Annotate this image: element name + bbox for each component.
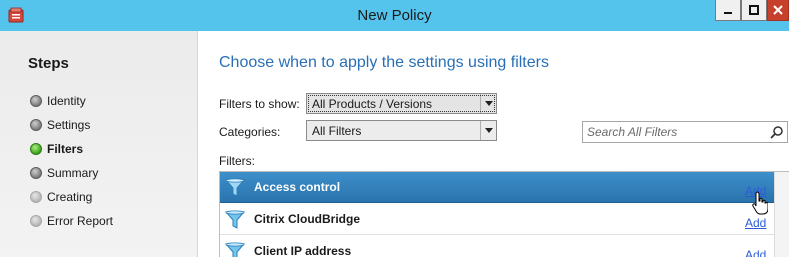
title-bar: New Policy <box>0 0 789 31</box>
filters-to-show-label: Filters to show: <box>219 97 300 111</box>
chevron-down-icon <box>484 101 493 106</box>
filter-row-access-control[interactable]: Access control Add <box>220 172 776 203</box>
step-error-report: Error Report <box>30 213 113 229</box>
step-summary[interactable]: Summary <box>30 165 98 181</box>
steps-title: Steps <box>28 55 69 72</box>
search-input[interactable] <box>583 125 767 139</box>
step-creating: Creating <box>30 189 92 205</box>
step-active-icon <box>30 143 42 155</box>
filters-list: Access control Add Citrix CloudBridge Ad… <box>219 171 789 257</box>
dropdown-value: All Products / Versions <box>312 96 433 111</box>
step-status-icon <box>30 191 42 203</box>
filter-row-client-ip-address[interactable]: Client IP address Add <box>220 236 776 257</box>
dropdown-value: All Filters <box>312 123 362 138</box>
step-identity[interactable]: Identity <box>30 93 86 109</box>
search-icon[interactable] <box>767 122 787 142</box>
filters-to-show-dropdown[interactable]: All Products / Versions <box>306 93 497 114</box>
steps-panel: Steps Identity Settings Filters Summary … <box>0 31 198 257</box>
step-label: Creating <box>47 190 93 204</box>
filter-name: Access control <box>254 180 341 194</box>
step-label: Filters <box>47 142 84 156</box>
dropdown-arrow[interactable] <box>480 121 496 140</box>
filters-scrollbar[interactable] <box>774 172 789 257</box>
chevron-down-icon <box>484 128 493 133</box>
add-filter-link[interactable]: Add <box>745 248 766 257</box>
filter-funnel-icon <box>224 242 246 257</box>
filter-funnel-icon <box>224 210 246 229</box>
filter-name: Client IP address <box>254 244 352 257</box>
step-filters[interactable]: Filters <box>30 141 83 157</box>
maximize-button[interactable] <box>741 0 767 21</box>
magnifier-glyph <box>770 126 783 139</box>
step-label: Error Report <box>47 214 114 228</box>
filter-name: Citrix CloudBridge <box>254 212 361 226</box>
page-heading: Choose when to apply the settings using … <box>219 54 549 71</box>
step-label: Settings <box>47 118 91 132</box>
filters-label: Filters: <box>219 154 255 168</box>
step-status-icon <box>30 95 42 107</box>
search-field[interactable] <box>582 121 788 143</box>
filter-row-citrix-cloudbridge[interactable]: Citrix CloudBridge Add <box>220 204 776 235</box>
add-filter-link[interactable]: Add <box>745 216 766 230</box>
step-status-icon <box>30 215 42 227</box>
categories-label: Categories: <box>219 125 281 139</box>
step-label: Identity <box>47 94 86 108</box>
step-status-icon <box>30 167 42 179</box>
step-status-icon <box>30 119 42 131</box>
step-label: Summary <box>47 166 99 180</box>
minimize-icon <box>724 12 732 14</box>
dropdown-arrow[interactable] <box>480 94 496 113</box>
minimize-button[interactable] <box>715 0 741 21</box>
window-title: New Policy <box>357 7 432 24</box>
add-filter-link[interactable]: Add <box>745 184 766 198</box>
close-button[interactable] <box>767 0 789 21</box>
maximize-icon <box>749 5 759 15</box>
step-settings[interactable]: Settings <box>30 117 90 133</box>
close-icon <box>773 5 783 15</box>
filter-funnel-icon <box>224 178 246 197</box>
categories-dropdown[interactable]: All Filters <box>306 120 497 141</box>
